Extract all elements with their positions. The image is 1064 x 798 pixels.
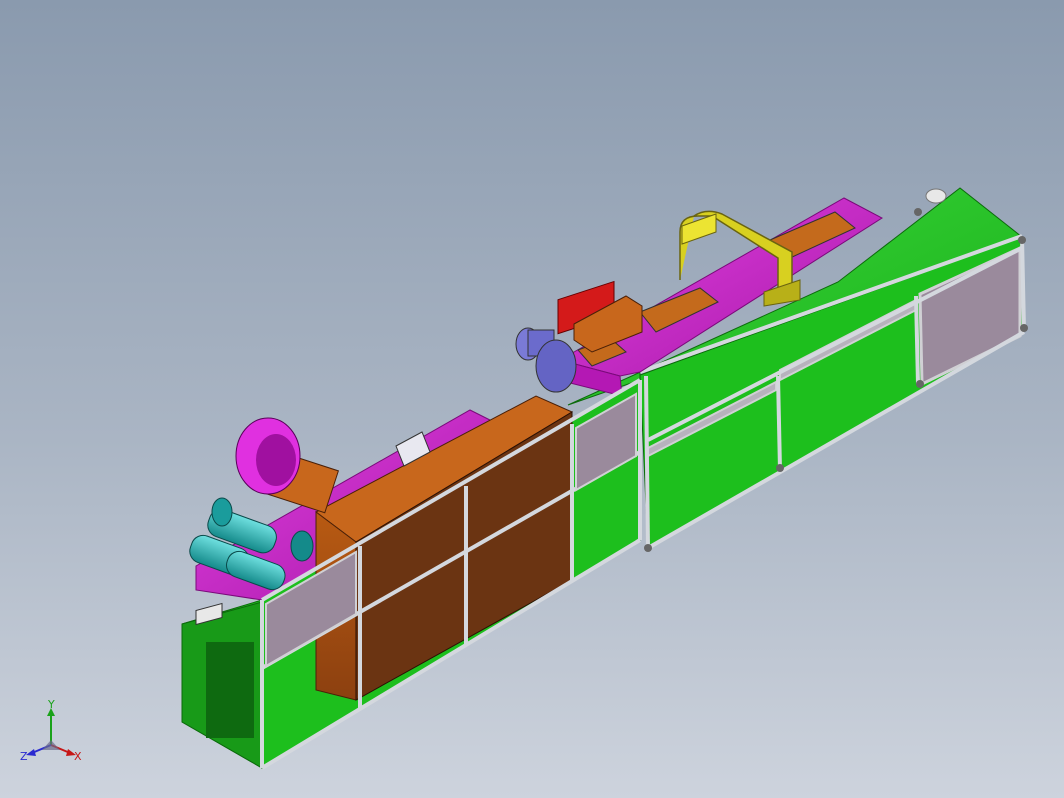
z-axis-label: Z — [20, 750, 28, 763]
y-axis-label: Y — [47, 700, 55, 711]
orientation-triad[interactable]: Y X Z — [18, 700, 88, 770]
cad-graphics-viewport[interactable]: Y X Z — [0, 0, 1064, 798]
triad-base-icon — [42, 740, 60, 750]
machine-assembly-model[interactable] — [0, 0, 1064, 798]
top-vent-cap[interactable] — [925, 188, 947, 204]
x-axis-label: X — [74, 750, 82, 763]
left-base-opening — [206, 642, 254, 738]
blue-blower-fan[interactable] — [515, 327, 577, 393]
magenta-roll-drum[interactable] — [235, 417, 340, 514]
